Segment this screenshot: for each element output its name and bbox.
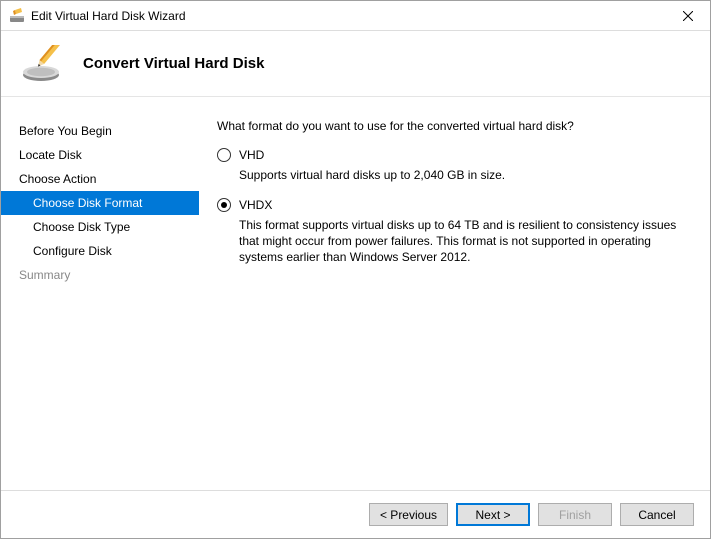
app-icon xyxy=(9,8,25,24)
option-description: This format supports virtual disks up to… xyxy=(239,217,688,265)
nav-item[interactable]: Before You Begin xyxy=(1,119,199,143)
next-button[interactable]: Next > xyxy=(456,503,530,526)
radio-icon[interactable] xyxy=(217,198,231,212)
nav-item[interactable]: Locate Disk xyxy=(1,143,199,167)
wizard-header: Convert Virtual Hard Disk xyxy=(1,31,710,97)
nav-item[interactable]: Configure Disk xyxy=(1,239,199,263)
wizard-window: Edit Virtual Hard Disk Wizard Convert Vi… xyxy=(0,0,711,539)
options-group: VHD Supports virtual hard disks up to 2,0… xyxy=(217,147,688,265)
option-label: VHDX xyxy=(239,197,272,213)
option-label: VHD xyxy=(239,147,264,163)
radio-option[interactable]: VHDX xyxy=(217,197,688,213)
nav-item[interactable]: Choose Disk Type xyxy=(1,215,199,239)
wizard-body: Before You BeginLocate DiskChoose Action… xyxy=(1,97,710,490)
cancel-button[interactable]: Cancel xyxy=(620,503,694,526)
radio-option[interactable]: VHD xyxy=(217,147,688,163)
nav-pane: Before You BeginLocate DiskChoose Action… xyxy=(1,97,199,490)
page-title: Convert Virtual Hard Disk xyxy=(83,55,264,72)
previous-button[interactable]: < Previous xyxy=(369,503,448,526)
titlebar: Edit Virtual Hard Disk Wizard xyxy=(1,1,710,31)
nav-item[interactable]: Choose Disk Format xyxy=(1,191,199,215)
option-description: Supports virtual hard disks up to 2,040 … xyxy=(239,167,688,183)
button-bar: < Previous Next > Finish Cancel xyxy=(1,490,710,538)
window-title: Edit Virtual Hard Disk Wizard xyxy=(31,9,665,23)
finish-button[interactable]: Finish xyxy=(538,503,612,526)
close-button[interactable] xyxy=(665,1,710,31)
disk-pencil-icon xyxy=(21,45,65,83)
content-pane: What format do you want to use for the c… xyxy=(199,97,710,490)
radio-icon[interactable] xyxy=(217,148,231,162)
question-text: What format do you want to use for the c… xyxy=(217,119,688,133)
nav-item[interactable]: Summary xyxy=(1,263,199,287)
nav-item[interactable]: Choose Action xyxy=(1,167,199,191)
